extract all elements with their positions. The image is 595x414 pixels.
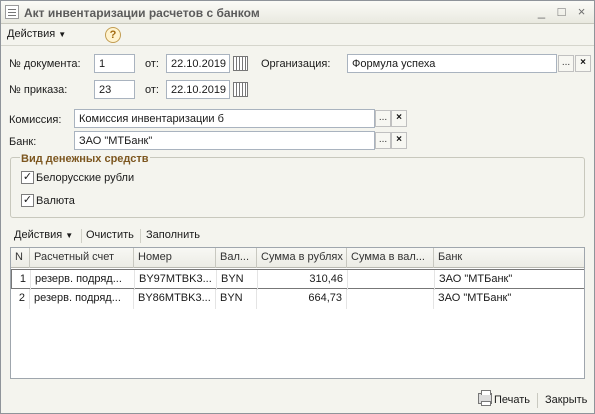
table-row[interactable]: 2 резерв. подряд... BY86MTBK3... BYN 664… xyxy=(11,289,584,309)
actions-menu[interactable]: Действия ▼ xyxy=(7,28,66,40)
order-date-field[interactable]: 22.10.2019 xyxy=(166,80,230,99)
document-number-label: № документа: xyxy=(9,58,81,70)
number-cell: BY86MTBK3... xyxy=(134,289,216,309)
column-header-sum-rub[interactable]: Сумма в рублях xyxy=(257,248,347,268)
chevron-down-icon: ▼ xyxy=(58,30,67,39)
bank-accounts-table[interactable]: N Расчетный счет Номер Вал... Сумма в ру… xyxy=(10,247,585,379)
organization-select-button[interactable]: ... xyxy=(558,55,574,72)
minimize-icon[interactable]: _ xyxy=(533,4,550,20)
close-button[interactable]: Закрыть xyxy=(545,394,587,406)
print-button[interactable]: Печать xyxy=(494,394,530,406)
inventory-act-window: Акт инвентаризации расчетов с банком _ □… xyxy=(0,0,595,414)
fill-table-button[interactable]: Заполнить xyxy=(146,229,200,241)
account-cell: резерв. подряд... xyxy=(30,289,134,309)
currency-checkbox[interactable]: ✓ xyxy=(21,194,34,207)
column-header-account[interactable]: Расчетный счет xyxy=(30,248,134,268)
row-number: 2 xyxy=(11,289,30,309)
currency-cell: BYN xyxy=(217,270,258,290)
order-date-label: от: xyxy=(145,84,159,96)
help-icon[interactable]: ? xyxy=(105,27,121,43)
account-cell: резерв. подряд... xyxy=(31,270,135,290)
window-title: Акт инвентаризации расчетов с банком xyxy=(24,6,260,20)
belarusian-rubles-label: Белорусские рубли xyxy=(36,172,135,184)
toolbar-separator xyxy=(140,229,141,243)
belarusian-rubles-checkbox[interactable]: ✓ xyxy=(21,171,34,184)
number-cell: BY97MTBK3... xyxy=(135,270,217,290)
maximize-icon[interactable]: □ xyxy=(553,4,570,20)
cash-type-title: Вид денежных средств xyxy=(20,153,150,165)
title-bar: Акт инвентаризации расчетов с банком _ □… xyxy=(1,1,594,24)
sum-currency-cell xyxy=(347,289,434,309)
printer-icon[interactable] xyxy=(478,390,492,406)
document-date-field[interactable]: 22.10.2019 xyxy=(166,54,230,73)
cash-type-group xyxy=(10,157,585,218)
organization-label: Организация: xyxy=(261,58,331,70)
calendar-icon[interactable] xyxy=(233,56,248,71)
footer-separator xyxy=(537,393,538,408)
organization-field[interactable]: Формула успеха xyxy=(347,54,557,73)
column-header-sum-currency[interactable]: Сумма в вал... xyxy=(347,248,434,268)
table-row[interactable]: 1 резерв. подряд... BY97MTBK3... BYN 310… xyxy=(11,269,584,290)
bank-cell: ЗАО "МТБанк" xyxy=(439,273,513,285)
document-date-label: от: xyxy=(145,58,159,70)
column-header-n[interactable]: N xyxy=(11,248,30,268)
commission-field[interactable]: Комиссия инвентаризации б xyxy=(74,109,375,128)
chevron-down-icon: ▼ xyxy=(65,231,74,240)
commission-clear-icon[interactable]: × xyxy=(391,110,407,127)
close-icon[interactable]: × xyxy=(573,4,590,20)
clear-table-button[interactable]: Очистить xyxy=(86,229,134,241)
calendar-icon[interactable] xyxy=(233,82,248,97)
bank-label: Банк: xyxy=(9,136,37,148)
table-actions-menu[interactable]: Действия ▼ xyxy=(14,229,73,241)
table-toolbar: Действия ▼ Очистить Заполнить xyxy=(10,226,585,246)
order-number-field[interactable]: 23 xyxy=(94,80,135,99)
column-header-bank[interactable]: Банк xyxy=(434,248,584,268)
sum-rub-cell: 664,73 xyxy=(257,289,347,309)
order-number-label: № приказа: xyxy=(9,84,68,96)
currency-cell: BYN xyxy=(216,289,257,309)
sum-currency-cell xyxy=(348,270,435,290)
document-number-field[interactable]: 1 xyxy=(94,54,135,73)
bank-clear-icon[interactable]: × xyxy=(391,132,407,149)
column-header-number[interactable]: Номер xyxy=(134,248,216,268)
bank-cell: ЗАО "МТБанк" xyxy=(438,292,512,304)
bank-field[interactable]: ЗАО "МТБанк" xyxy=(74,131,375,150)
toolbar-separator xyxy=(81,229,82,243)
sum-rub-cell: 310,46 xyxy=(258,270,348,290)
actions-menu-label: Действия xyxy=(7,28,56,40)
row-number: 1 xyxy=(12,270,31,290)
bank-select-button[interactable]: ... xyxy=(375,132,391,149)
table-header: N Расчетный счет Номер Вал... Сумма в ру… xyxy=(11,248,584,268)
document-icon xyxy=(5,5,19,19)
commission-label: Комиссия: xyxy=(9,114,62,126)
column-header-currency[interactable]: Вал... xyxy=(216,248,257,268)
commission-select-button[interactable]: ... xyxy=(375,110,391,127)
currency-label: Валюта xyxy=(36,195,75,207)
command-bar: Действия ▼ ? xyxy=(1,24,594,46)
organization-clear-icon[interactable]: × xyxy=(575,55,591,72)
table-actions-label: Действия xyxy=(14,229,63,241)
